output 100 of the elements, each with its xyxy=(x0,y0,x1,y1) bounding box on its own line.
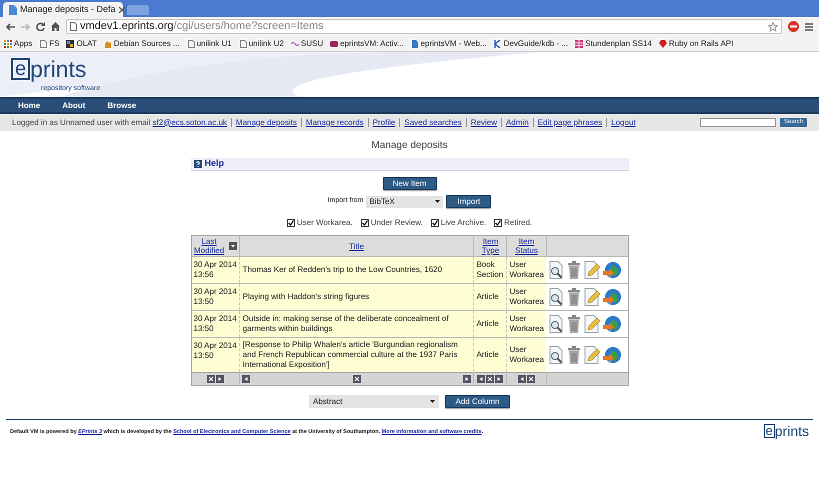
email-link[interactable]: sf2@ecs.soton.ac.uk xyxy=(152,118,227,126)
close-icon[interactable] xyxy=(118,6,125,12)
bookmark[interactable]: SUSU xyxy=(290,38,324,50)
bookmark[interactable]: OLAT xyxy=(66,38,97,50)
bookmark[interactable]: DevGuide/kdb - ... xyxy=(494,38,568,50)
type-cell: Article xyxy=(474,310,507,338)
grid-logo-icon xyxy=(66,40,74,48)
sort-down-icon[interactable] xyxy=(228,242,237,250)
title-cell: [Response to Philip Whalen's article 'Burgundian regionalism and French Republican commercial culture at the 1937 Paris International Exposition'] xyxy=(239,338,474,372)
checkbox[interactable] xyxy=(430,219,439,227)
menu-link[interactable]: Admin xyxy=(506,116,529,128)
status-cell: User Workarea xyxy=(506,256,546,284)
search-field[interactable] xyxy=(700,118,776,127)
type-cell: Book Section xyxy=(474,256,507,284)
edit-icon[interactable] xyxy=(584,261,600,279)
filter-label: Live Archive. xyxy=(440,217,486,229)
trash-icon[interactable] xyxy=(567,315,581,333)
menu-icon[interactable] xyxy=(805,22,813,30)
eprints-logo[interactable]: e prints xyxy=(764,424,809,438)
apps-grid-icon xyxy=(4,40,12,48)
bookmark[interactable]: eprintsVM: Activ... xyxy=(330,38,404,50)
remove-column-icon[interactable] xyxy=(526,375,535,383)
status-cell: User Workarea xyxy=(506,338,546,372)
view-icon[interactable] xyxy=(548,288,564,306)
page-icon xyxy=(39,40,48,48)
eprints-logo[interactable]: e prints xyxy=(11,58,86,80)
bookmark[interactable]: Stundenplan SS14 xyxy=(575,38,652,50)
remove-column-icon[interactable] xyxy=(352,375,361,383)
edit-icon[interactable] xyxy=(584,346,600,364)
browser-tab[interactable]: Manage deposits - Defa xyxy=(3,2,123,17)
menu-link[interactable]: Manage deposits xyxy=(236,116,297,128)
adblock-icon[interactable] xyxy=(788,21,799,32)
bookmark[interactable]: Ruby on Rails API xyxy=(658,38,734,50)
title-cell: Thomas Ker of Redden's trip to the Low Countries, 1620 xyxy=(239,256,474,284)
bookmark[interactable]: unilink U1 xyxy=(186,38,232,50)
edit-icon[interactable] xyxy=(584,288,600,306)
page-title: Manage deposits xyxy=(371,139,448,153)
home-icon[interactable] xyxy=(51,22,60,31)
remove-column-icon[interactable] xyxy=(206,375,215,383)
add-column-button[interactable]: Add Column xyxy=(445,395,510,408)
bookmark[interactable]: unilink U2 xyxy=(238,38,284,50)
format-dropdown[interactable]: BibTeX xyxy=(366,196,444,208)
star-icon[interactable] xyxy=(768,22,778,32)
badge-icon xyxy=(330,40,338,48)
edit-icon[interactable] xyxy=(584,315,600,333)
date-cell: 30 Apr 2014 13:56 xyxy=(191,256,240,284)
nav-link[interactable]: Home xyxy=(18,100,40,112)
view-icon[interactable] xyxy=(548,315,564,333)
view-icon[interactable] xyxy=(548,346,564,364)
move-left-icon[interactable] xyxy=(477,375,486,383)
page-icon xyxy=(9,4,17,14)
login-status-text: Logged in as Unnamed user with email sf2@ecs.soton.ac.uk xyxy=(12,116,227,128)
import-button[interactable]: Import xyxy=(446,195,492,208)
help-bar[interactable]: Help xyxy=(190,158,628,171)
type-cell: Article xyxy=(474,284,507,310)
move-left-icon[interactable] xyxy=(242,375,250,383)
k-letter-icon xyxy=(494,40,502,48)
filter-label: Retired. xyxy=(504,217,532,229)
status-cell: User Workarea xyxy=(506,284,546,310)
menu-link[interactable]: Review xyxy=(470,116,497,128)
trash-icon[interactable] xyxy=(567,346,581,364)
title-cell: Outside in: making sense of the deliberate concealment of garments within buildings xyxy=(239,310,474,338)
address-bar[interactable]: vmdev1.eprints.org/cgi/users/home?screen=Items xyxy=(66,19,782,34)
menu-link[interactable]: Manage records xyxy=(306,116,364,128)
checkbox[interactable] xyxy=(360,219,369,227)
bookmark[interactable]: Debian Sources ... xyxy=(104,38,180,50)
help-icon xyxy=(194,160,202,168)
nav-link[interactable]: About xyxy=(62,100,86,112)
type-cell: Article xyxy=(474,338,507,372)
menu-link[interactable]: Edit page phrases xyxy=(538,116,602,128)
new-item-button[interactable]: New Item xyxy=(382,177,436,190)
bookmark[interactable]: eprintsVM - Web... xyxy=(410,38,487,50)
menu-link[interactable]: Logout xyxy=(611,116,636,128)
view-icon[interactable] xyxy=(548,261,564,279)
date-cell: 30 Apr 2014 13:50 xyxy=(191,284,240,310)
trash-icon[interactable] xyxy=(567,261,581,279)
filter-label: Under Review. xyxy=(370,217,423,229)
page-icon xyxy=(70,22,77,31)
reload-icon[interactable] xyxy=(36,22,45,31)
back-icon[interactable] xyxy=(6,22,15,30)
menu-link[interactable]: Saved searches xyxy=(404,116,462,128)
page-icon xyxy=(238,40,247,48)
move-left-icon[interactable] xyxy=(518,375,526,383)
menu-link[interactable]: Profile xyxy=(372,116,396,128)
move-right-icon[interactable] xyxy=(216,375,224,383)
filter-label: User Workarea. xyxy=(296,217,353,229)
nav-link[interactable]: Browse xyxy=(107,100,136,112)
checkbox[interactable] xyxy=(494,219,502,227)
move-right-icon[interactable] xyxy=(463,375,472,383)
bookmark[interactable]: Apps xyxy=(4,38,32,50)
bookmark[interactable]: FS xyxy=(39,38,60,50)
trash-icon[interactable] xyxy=(567,288,581,306)
move-right-icon[interactable] xyxy=(495,375,504,383)
column-dropdown[interactable]: Abstract xyxy=(309,395,439,408)
checkbox[interactable] xyxy=(286,219,295,227)
page-icon xyxy=(186,40,195,48)
wave-icon xyxy=(290,40,299,48)
gem-icon xyxy=(658,40,667,48)
remove-column-icon[interactable] xyxy=(486,375,494,383)
help-link[interactable]: Help xyxy=(204,157,224,171)
